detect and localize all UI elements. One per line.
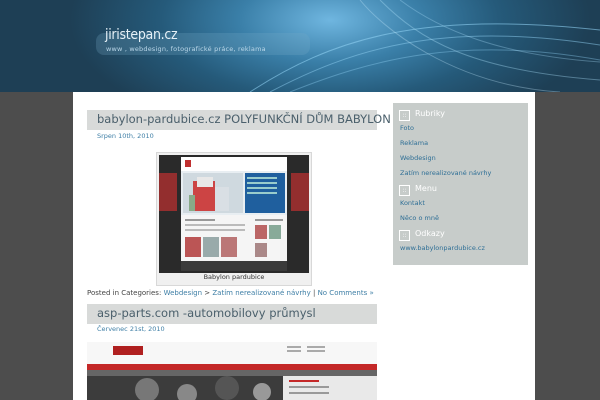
category-link-unrealized[interactable]: Zatím nerealizované návrhy <box>212 289 310 297</box>
post-title-link[interactable]: asp-parts.com -automobilovy průmysl <box>97 306 316 320</box>
sidebar-link-webdesign[interactable]: Webdesign <box>400 154 436 162</box>
meta-divider: | <box>312 289 316 297</box>
figure-caption: Babylon pardubice <box>203 273 265 281</box>
post-date: Srpen 10th, 2010 <box>97 132 154 140</box>
meta-prefix: Posted in Categories: <box>87 289 162 297</box>
sidebar-link-unrealized[interactable]: Zatím nerealizované návrhy <box>400 169 491 177</box>
post-title-link[interactable]: babylon-pardubice.cz POLYFUNKČNÍ DŮM BAB… <box>97 112 391 126</box>
sidebar-heading-label: Odkazy <box>415 229 445 238</box>
sidebar-heading-odkazy: :: Odkazy <box>399 229 445 241</box>
post-figure: Babylon pardubice <box>156 152 312 286</box>
site-header: jiristepan.cz www , webdesign, fotografi… <box>0 0 600 92</box>
post-title-bar: asp-parts.com -automobilovy průmysl <box>87 304 377 324</box>
sidebar-link-foto[interactable]: Foto <box>400 124 414 132</box>
sidebar: :: Rubriky Foto Reklama Webdesign Zatím n… <box>393 103 528 265</box>
content-page: babylon-pardubice.cz POLYFUNKČNÍ DŮM BAB… <box>73 92 535 400</box>
category-link-webdesign[interactable]: Webdesign <box>164 289 202 297</box>
site-description: www , webdesign, fotografické práce, rek… <box>106 45 266 53</box>
post-meta: Posted in Categories: Webdesign > Zatím … <box>87 289 374 297</box>
bracket-icon: :: <box>399 110 410 121</box>
asp-website-thumbnail <box>87 342 377 400</box>
post-date: Červenec 21st, 2010 <box>97 325 165 333</box>
sidebar-heading-rubriky: :: Rubriky <box>399 109 445 121</box>
sidebar-heading-label: Rubriky <box>415 109 445 118</box>
site-title[interactable]: jiristepan.cz <box>105 27 178 43</box>
sidebar-link-kontakt[interactable]: Kontakt <box>400 199 425 207</box>
comments-link[interactable]: No Comments » <box>318 289 374 297</box>
sidebar-link-babylon[interactable]: www.babylonpardubice.cz <box>400 244 485 252</box>
babylon-screenshot-image[interactable] <box>159 155 309 273</box>
sidebar-heading-label: Menu <box>415 184 437 193</box>
sidebar-link-about[interactable]: Něco o mně <box>400 214 439 222</box>
sidebar-heading-menu: :: Menu <box>399 184 437 196</box>
sidebar-link-reklama[interactable]: Reklama <box>400 139 428 147</box>
bracket-icon: :: <box>399 230 410 241</box>
post-title-bar: babylon-pardubice.cz POLYFUNKČNÍ DŮM BAB… <box>87 110 391 130</box>
category-separator: > <box>204 289 211 297</box>
bracket-icon: :: <box>399 185 410 196</box>
babylon-website-thumbnail <box>159 155 309 273</box>
asp-screenshot-image[interactable] <box>87 342 377 400</box>
